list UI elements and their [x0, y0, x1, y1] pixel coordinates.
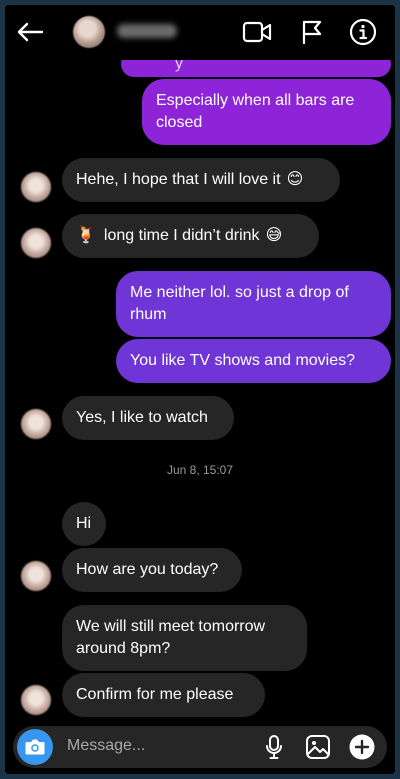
image-icon: [306, 735, 330, 759]
message-incoming[interactable]: We will still meet tomorrow around 8pm?: [62, 605, 307, 671]
message-incoming[interactable]: Confirm for me please: [62, 673, 265, 717]
message-text: Confirm for me please: [76, 686, 234, 703]
message-incoming[interactable]: Hi: [62, 502, 106, 546]
voice-message-button[interactable]: [259, 732, 289, 762]
message-text: How are you today?: [76, 561, 219, 578]
smile-emoji: 😊: [286, 171, 304, 188]
message-input[interactable]: Message...: [67, 737, 145, 755]
contact-username-blurred[interactable]: [117, 24, 177, 38]
message-text: Yes, I like to watch: [76, 409, 208, 426]
message-text: Me neither lol. so just a drop of rhum: [130, 284, 349, 323]
message-composer[interactable]: Message...: [13, 726, 387, 768]
back-button[interactable]: [15, 17, 45, 47]
chat-screen: y Especially when all bars are closed He…: [5, 5, 395, 774]
message-text: You like TV shows and movies?: [130, 352, 356, 369]
message-text: Hehe, I hope that I will love it: [76, 171, 281, 188]
gallery-button[interactable]: [303, 732, 333, 762]
message-text: long time I didn’t drink: [103, 227, 260, 244]
info-icon: [349, 18, 377, 46]
message-outgoing[interactable]: Especially when all bars are closed: [142, 79, 391, 145]
contact-avatar[interactable]: [21, 228, 51, 258]
message-text: Hi: [76, 515, 92, 532]
video-camera-icon: [242, 21, 272, 43]
chat-header: [5, 5, 395, 60]
contact-avatar[interactable]: [21, 409, 51, 439]
camera-button[interactable]: [17, 729, 53, 765]
message-timestamp: Jun 8, 15:07: [166, 463, 234, 477]
message-list[interactable]: y Especially when all bars are closed He…: [5, 5, 395, 774]
message-incoming[interactable]: Hehe, I hope that I will love it 😊: [62, 158, 340, 202]
message-text: Especially when all bars are closed: [156, 92, 355, 131]
flag-icon: [302, 20, 322, 45]
message-outgoing[interactable]: You like TV shows and movies?: [116, 339, 391, 383]
report-button[interactable]: [297, 17, 327, 47]
contact-avatar[interactable]: [21, 561, 51, 591]
message-incoming[interactable]: Yes, I like to watch: [62, 396, 234, 440]
cocktail-emoji: 🍹: [76, 227, 96, 244]
add-button[interactable]: [347, 732, 377, 762]
message-incoming[interactable]: How are you today?: [62, 548, 242, 592]
contact-avatar[interactable]: [21, 685, 51, 715]
plus-icon: [349, 734, 375, 760]
message-outgoing[interactable]: Me neither lol. so just a drop of rhum: [116, 271, 391, 337]
sweat-smile-emoji: 😅: [265, 227, 283, 244]
camera-icon: [25, 739, 45, 755]
microphone-icon: [266, 735, 282, 759]
contact-avatar[interactable]: [21, 172, 51, 202]
video-call-button[interactable]: [242, 17, 272, 47]
contact-avatar[interactable]: [73, 16, 105, 48]
message-text: We will still meet tomorrow around 8pm?: [76, 618, 266, 657]
arrow-left-icon: [17, 22, 44, 42]
info-button[interactable]: [348, 17, 378, 47]
message-incoming[interactable]: 🍹 long time I didn’t drink 😅: [62, 214, 319, 258]
